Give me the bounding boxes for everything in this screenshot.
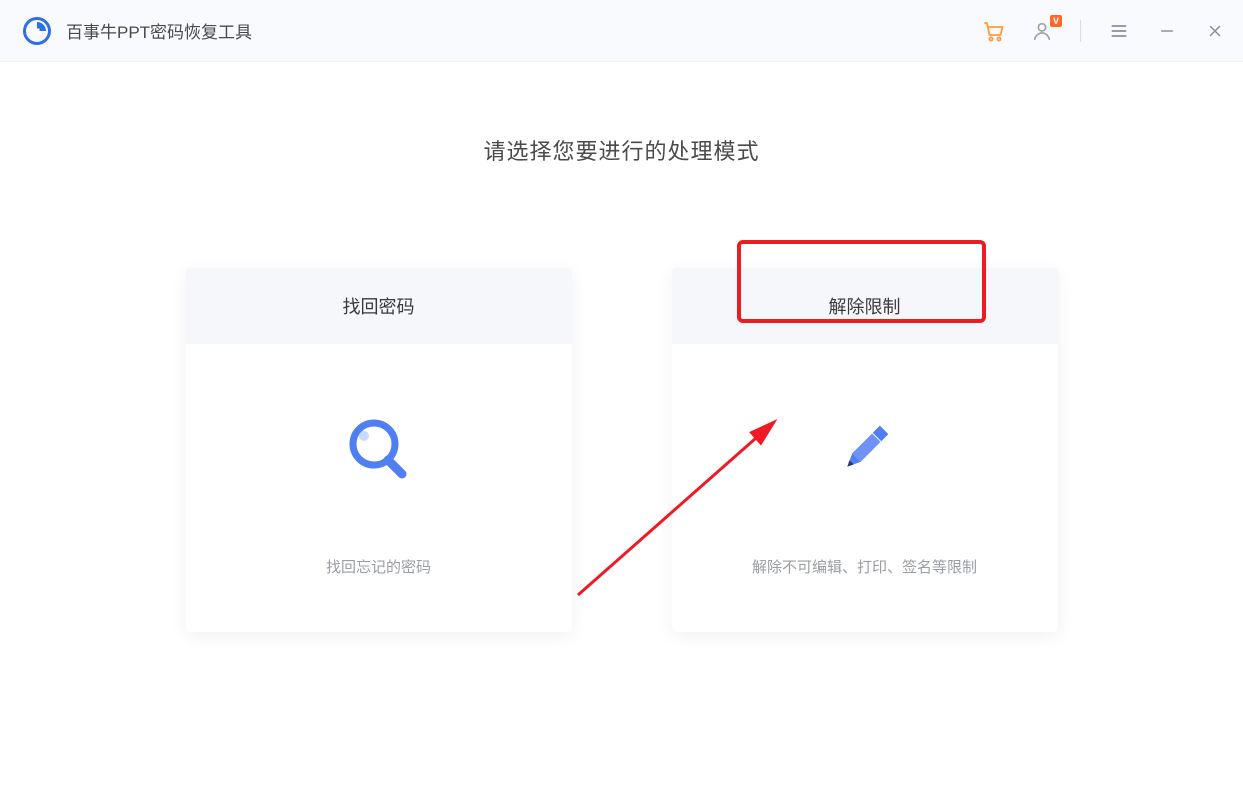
card-unlock-restriction[interactable]: 解除限制 解除不可编辑、打印、签名等限制: [672, 268, 1058, 632]
mode-cards: 找回密码 找回忘记的密码 解除限制 解除不可编辑、打印、签名等限制: [0, 268, 1243, 632]
card-recover-desc: 找回忘记的密码: [326, 556, 431, 577]
card-unlock-desc: 解除不可编辑、打印、签名等限制: [752, 556, 977, 577]
logo-box: 百事牛PPT密码恢复工具: [22, 16, 252, 46]
vip-badge: V: [1050, 15, 1062, 27]
close-icon[interactable]: [1203, 19, 1227, 43]
app-logo-icon: [22, 16, 52, 46]
titlebar-right: V: [982, 19, 1227, 43]
card-recover-title: 找回密码: [186, 268, 572, 344]
card-unlock-title: 解除限制: [672, 268, 1058, 344]
magnifier-icon: [346, 414, 412, 484]
menu-icon[interactable]: [1107, 19, 1131, 43]
mode-prompt: 请选择您要进行的处理模式: [0, 134, 1243, 166]
minimize-icon[interactable]: [1155, 19, 1179, 43]
pencil-icon: [832, 414, 898, 484]
titlebar-divider: [1080, 20, 1081, 42]
user-icon[interactable]: V: [1030, 19, 1054, 43]
title-bar: 百事牛PPT密码恢复工具 V: [0, 0, 1243, 62]
app-title: 百事牛PPT密码恢复工具: [66, 18, 252, 43]
cart-icon[interactable]: [982, 19, 1006, 43]
card-recover-password[interactable]: 找回密码 找回忘记的密码: [186, 268, 572, 632]
